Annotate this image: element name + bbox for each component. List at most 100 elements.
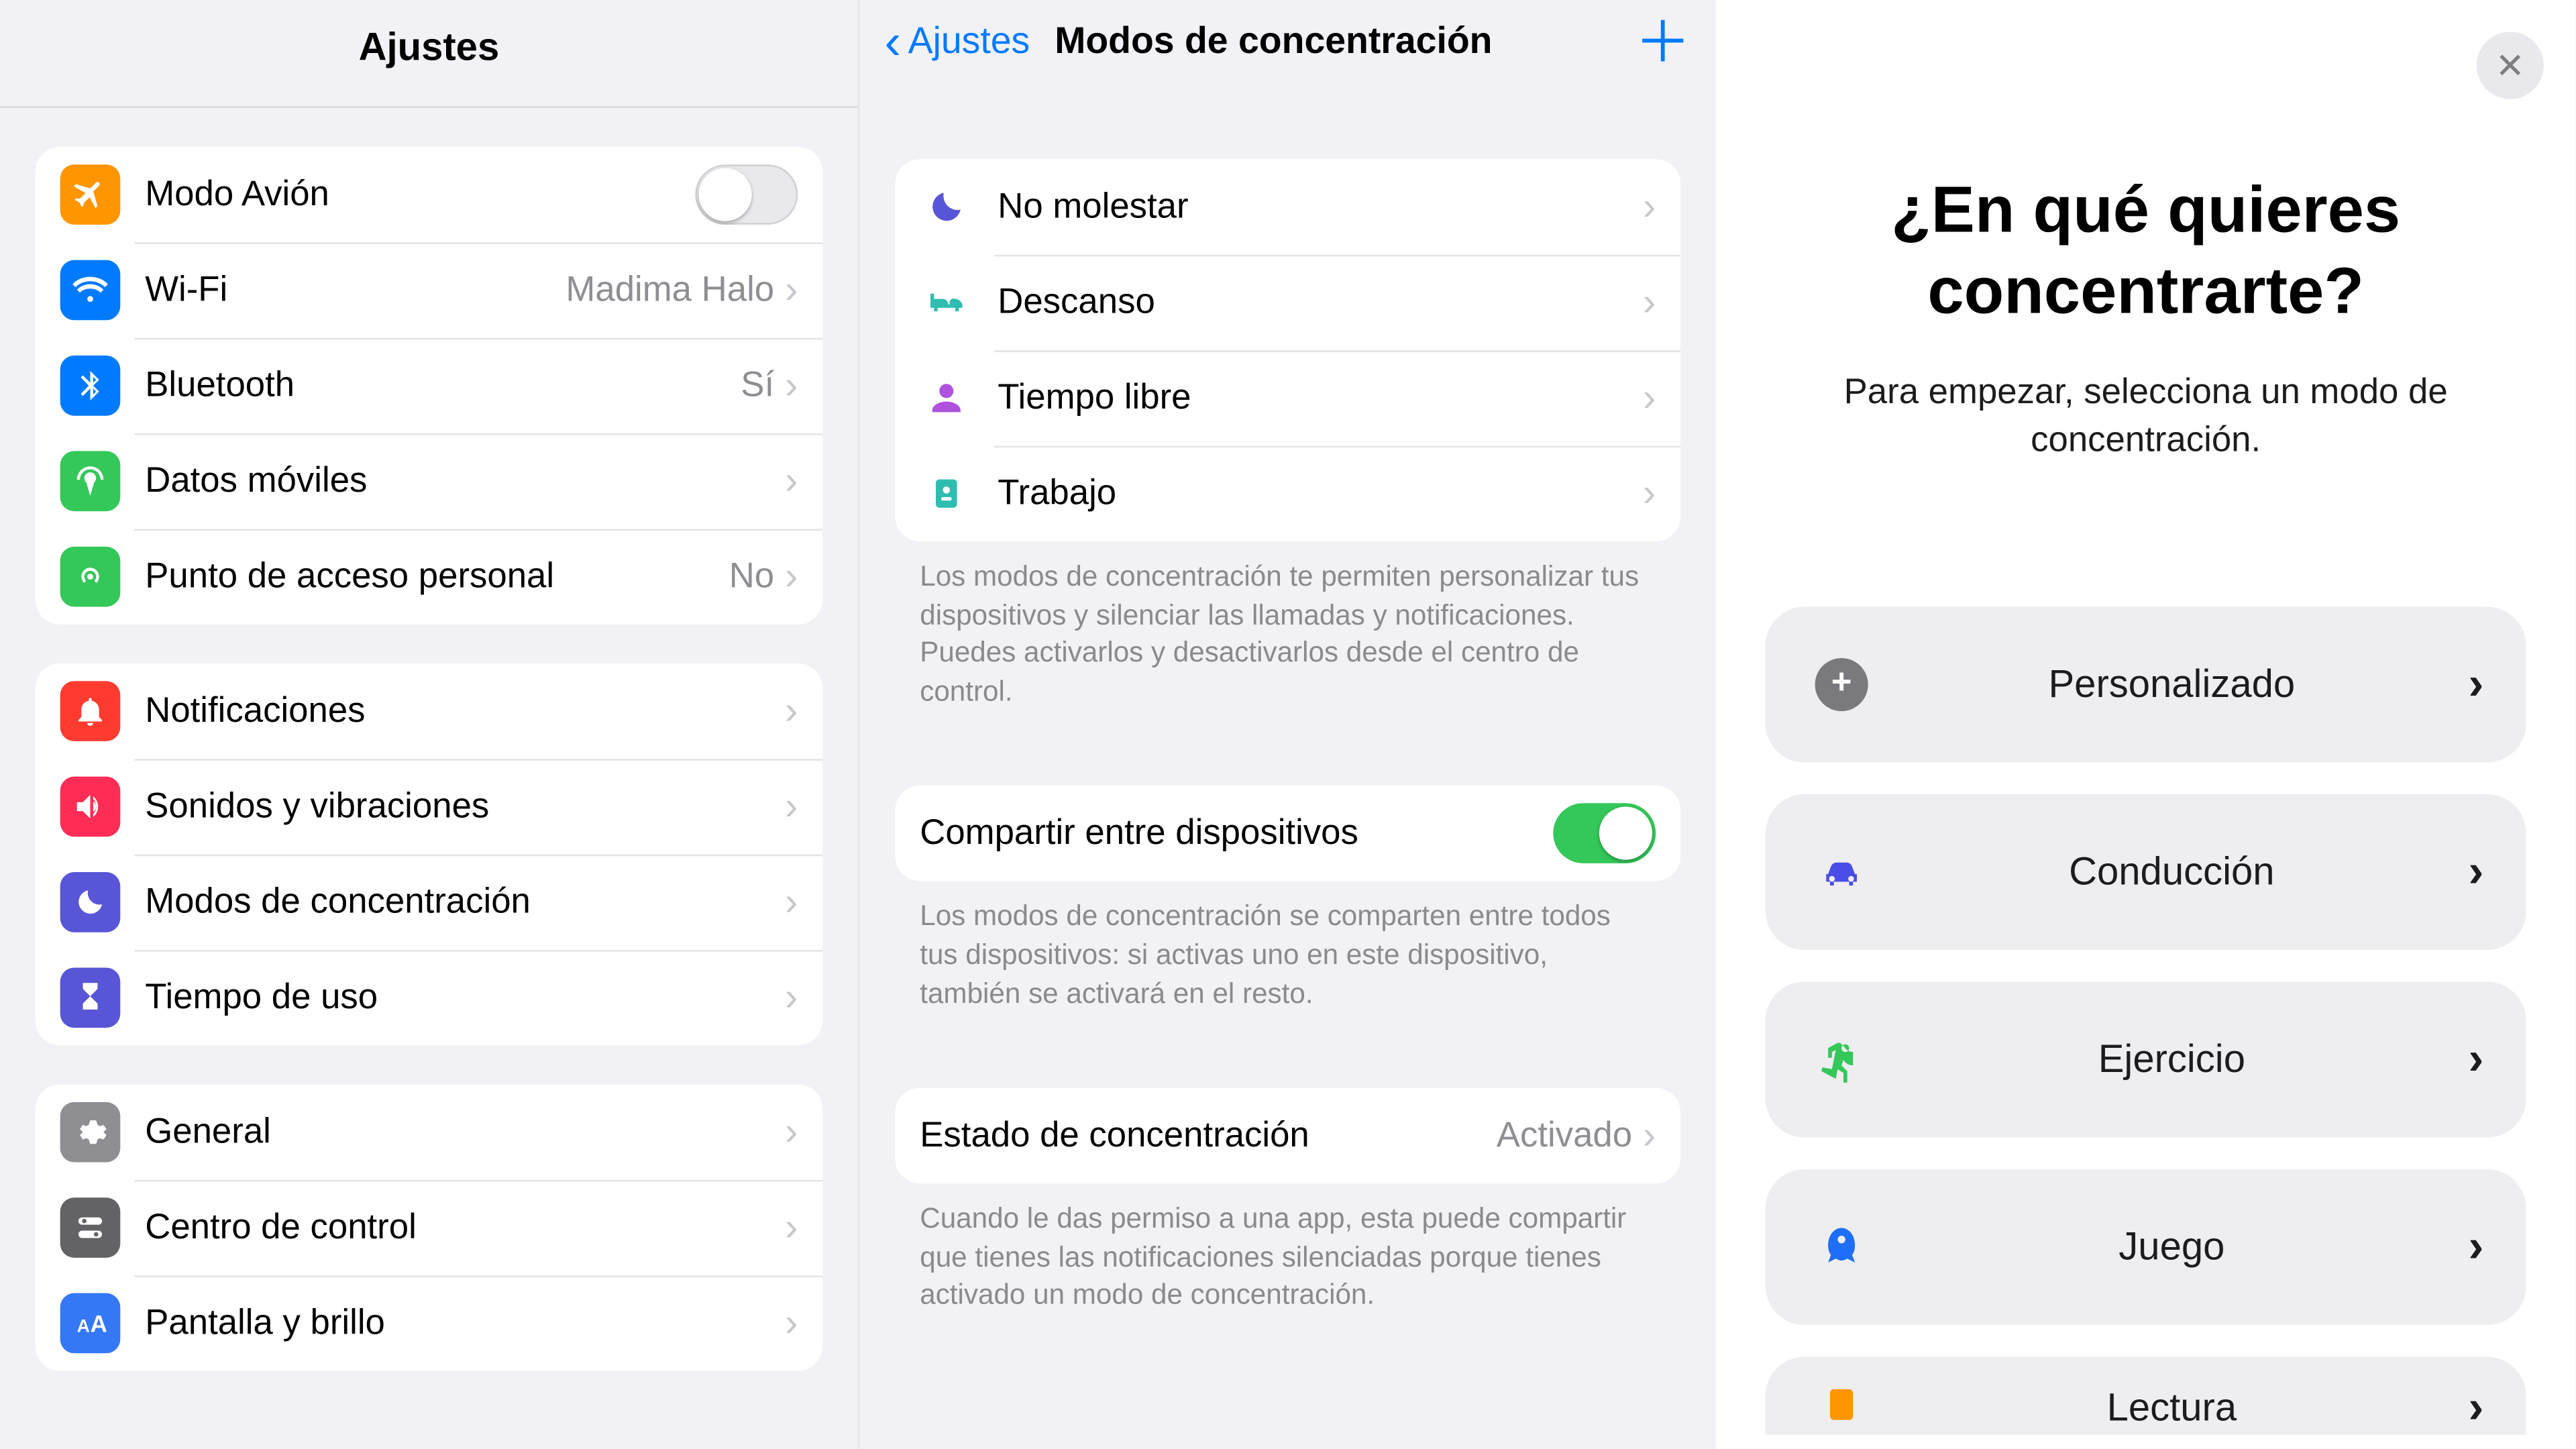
row-dnd[interactable]: No molestar › (895, 159, 1680, 254)
airplane-toggle[interactable] (695, 164, 798, 225)
rocket-icon (1808, 1223, 1875, 1269)
personal-label: Tiempo libre (998, 378, 1643, 419)
option-reading[interactable]: Lectura › (1766, 1356, 2526, 1434)
row-work[interactable]: Trabajo › (895, 446, 1680, 541)
control-center-label: Centro de control (145, 1208, 785, 1248)
dnd-label: No molestar (998, 186, 1643, 227)
row-general[interactable]: General › (36, 1084, 822, 1179)
option-driving-label: Conducción (1875, 848, 2468, 894)
settings-title: Ajustes (0, 0, 858, 108)
sleep-label: Descanso (998, 282, 1643, 323)
sheet-title: ¿En qué quieres concentrarte? (1716, 0, 2576, 333)
row-wifi[interactable]: Wi-Fi Madima Halo › (36, 242, 822, 337)
screentime-label: Tiempo de uso (145, 977, 785, 1018)
bluetooth-icon (60, 356, 121, 416)
settings-group-network: Modo Avión Wi-Fi Madima Halo › Bluetooth… (36, 147, 822, 625)
wifi-icon (60, 260, 121, 321)
chevron-icon: › (1643, 375, 1656, 421)
chevron-icon: › (785, 688, 798, 735)
status-value: Activado (1497, 1116, 1632, 1157)
row-focus[interactable]: Modos de concentración › (36, 855, 822, 950)
settings-group-general: General › Centro de control › AA Pantall… (36, 1084, 822, 1371)
option-gaming-label: Juego (1875, 1223, 2468, 1269)
person-icon (920, 372, 973, 425)
chevron-icon: › (785, 267, 798, 313)
focus-title: Modos de concentración (1030, 21, 1634, 64)
row-display[interactable]: AA Pantalla y brillo › (36, 1275, 822, 1371)
row-control-center[interactable]: Centro de control › (36, 1180, 822, 1275)
row-notifications[interactable]: Notificaciones › (36, 663, 822, 759)
bed-icon (920, 276, 973, 329)
option-reading-label: Lectura (1875, 1384, 2468, 1430)
chevron-icon: › (1643, 470, 1656, 517)
focus-label: Modos de concentración (145, 882, 785, 923)
chevron-icon: › (2468, 1031, 2483, 1086)
chevron-icon: › (1643, 184, 1656, 230)
focus-options-list: + Personalizado › Conducción › Ejercicio… (1716, 464, 2576, 1434)
chevron-icon: › (2468, 1380, 2483, 1434)
row-sleep[interactable]: Descanso › (895, 255, 1680, 350)
work-label: Trabajo (998, 473, 1643, 514)
close-button[interactable]: ✕ (2477, 32, 2544, 99)
option-custom[interactable]: + Personalizado › (1766, 606, 2526, 761)
option-gaming[interactable]: Juego › (1766, 1169, 2526, 1324)
focus-footnote-3: Cuando le das permiso a una app, esta pu… (860, 1184, 1716, 1316)
row-status[interactable]: Estado de concentración Activado › (895, 1088, 1680, 1183)
row-share[interactable]: Compartir entre dispositivos (895, 786, 1680, 881)
textsize-icon: AA (60, 1293, 121, 1354)
chevron-icon: › (1643, 280, 1656, 326)
sheet-subtitle: Para empezar, selecciona un modo de conc… (1716, 333, 2576, 464)
bluetooth-label: Bluetooth (145, 366, 741, 407)
chevron-icon: › (785, 1109, 798, 1155)
focus-header: ‹ Ajustes Modos de concentración ＋ (860, 0, 1716, 85)
notifications-label: Notificaciones (145, 691, 785, 732)
row-hotspot[interactable]: Punto de acceso personal No › (36, 529, 822, 624)
focus-detail-panel: ‹ Ajustes Modos de concentración ＋ No mo… (858, 0, 1716, 1449)
gear-icon (60, 1102, 121, 1163)
status-label: Estado de concentración (920, 1116, 1497, 1157)
focus-footnote-2: Los modos de concentración se comparten … (860, 881, 1716, 1014)
wifi-value: Madima Halo (566, 270, 774, 311)
book-icon (1808, 1381, 1875, 1427)
chevron-icon: › (2468, 1219, 2483, 1274)
bell-icon (60, 681, 121, 741)
new-focus-sheet: ✕ ¿En qué quieres concentrarte? Para emp… (1716, 0, 2576, 1449)
chevron-icon: › (785, 784, 798, 830)
row-sounds[interactable]: Sonidos y vibraciones › (36, 759, 822, 854)
settings-panel: Ajustes Modo Avión Wi-Fi Madima Halo › (0, 0, 858, 1449)
option-custom-label: Personalizado (1875, 661, 2468, 707)
runner-icon (1808, 1036, 1875, 1082)
status-group: Estado de concentración Activado › (895, 1088, 1680, 1183)
add-focus-button[interactable]: ＋ (1635, 14, 1691, 70)
share-toggle[interactable] (1553, 804, 1656, 864)
row-personal[interactable]: Tiempo libre › (895, 350, 1680, 445)
speaker-icon (60, 777, 121, 837)
row-cellular[interactable]: Datos móviles › (36, 433, 822, 529)
chevron-icon: › (785, 1300, 798, 1346)
back-label: Ajustes (908, 21, 1030, 64)
hotspot-icon (60, 547, 121, 607)
close-icon: ✕ (2496, 44, 2525, 88)
back-button[interactable]: ‹ Ajustes (885, 14, 1030, 70)
share-label: Compartir entre dispositivos (920, 814, 1553, 855)
sounds-label: Sonidos y vibraciones (145, 786, 785, 827)
settings-group-notifications: Notificaciones › Sonidos y vibraciones ›… (36, 663, 822, 1046)
focus-footnote-1: Los modos de concentración te permiten p… (860, 541, 1716, 712)
chevron-icon: › (785, 975, 798, 1021)
bluetooth-value: Sí (741, 366, 774, 407)
row-bluetooth[interactable]: Bluetooth Sí › (36, 338, 822, 433)
chevron-icon: › (2468, 656, 2483, 711)
chevron-icon: › (1643, 1113, 1656, 1159)
cellular-label: Datos móviles (145, 461, 785, 502)
chevron-icon: › (785, 553, 798, 600)
row-airplane[interactable]: Modo Avión (36, 147, 822, 242)
hotspot-label: Punto de acceso personal (145, 556, 729, 597)
share-group: Compartir entre dispositivos (895, 786, 1680, 881)
option-fitness[interactable]: Ejercicio › (1766, 981, 2526, 1136)
general-label: General (145, 1112, 785, 1152)
option-driving[interactable]: Conducción › (1766, 794, 2526, 949)
row-screentime[interactable]: Tiempo de uso › (36, 950, 822, 1045)
svg-text:A: A (77, 1316, 90, 1336)
display-label: Pantalla y brillo (145, 1303, 785, 1344)
chevron-left-icon: ‹ (885, 14, 902, 70)
